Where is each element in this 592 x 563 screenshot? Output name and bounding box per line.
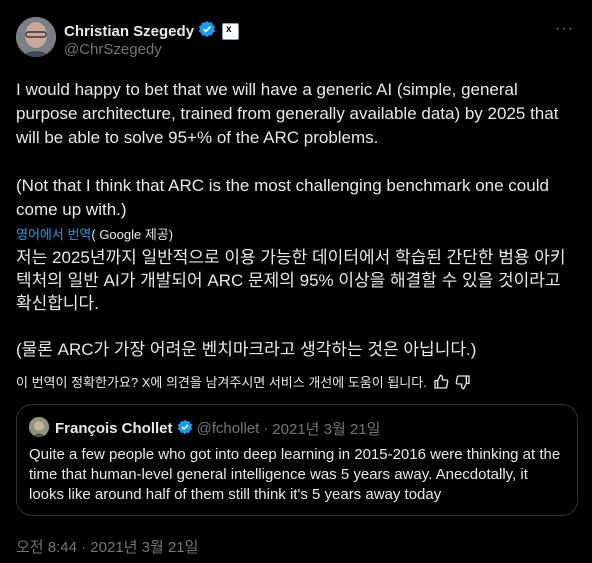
translate-link[interactable]: 영어에서 번역: [16, 227, 91, 242]
quoted-separator: ·: [263, 420, 269, 437]
translation-source: 영어에서 번역( Google 제공): [16, 224, 173, 243]
translation-provider: ( Google 제공): [91, 227, 174, 242]
more-options-icon[interactable]: ···: [555, 20, 574, 38]
translation-feedback: 이 번역이 정확한가요? X에 의견을 남겨주시면 서비스 개선에 도움이 됩니…: [16, 372, 471, 391]
quoted-author-name[interactable]: François Chollet: [55, 420, 173, 437]
quoted-author-handle[interactable]: @fchollet: [197, 420, 260, 437]
tweet-text: I would happy to bet that we will have a…: [16, 78, 576, 222]
tweet-paragraph-2: (Not that I think that ARC is the most c…: [16, 176, 549, 219]
quoted-verified-badge-icon: [177, 419, 193, 439]
translated-text: 저는 2025년까지 일반적으로 이용 가능한 데이터에서 학습된 간단한 범용…: [16, 246, 576, 361]
author-name[interactable]: Christian Szegedy: [64, 23, 194, 40]
verified-badge-icon: [198, 20, 216, 42]
thumbs-down-icon[interactable]: [455, 374, 471, 390]
quoted-author-avatar[interactable]: [29, 417, 49, 437]
author-handle[interactable]: @ChrSzegedy: [64, 41, 162, 58]
quoted-header: François Chollet @fchollet · 2021년 3월 21…: [55, 418, 380, 439]
tweet-paragraph-1: I would happy to bet that we will have a…: [16, 80, 559, 147]
translated-paragraph-1: 저는 2025년까지 일반적으로 이용 가능한 데이터에서 학습된 간단한 범용…: [16, 248, 566, 313]
affiliate-badge-icon[interactable]: x: [222, 22, 240, 40]
author-avatar[interactable]: [16, 17, 56, 57]
thumbs-up-icon[interactable]: [433, 374, 449, 390]
translation-feedback-text: 이 번역이 정확한가요? X에 의견을 남겨주시면 서비스 개선에 도움이 됩니…: [16, 375, 427, 390]
quoted-text: Quite a few people who got into deep lea…: [29, 446, 561, 503]
tweet-timestamp[interactable]: 오전 8:44 · 2021년 3월 21일: [16, 536, 198, 557]
author-name-row[interactable]: Christian Szegedy x: [64, 20, 240, 42]
translated-paragraph-2: (물론 ARC가 가장 어려운 벤치마크라고 생각하는 것은 아닙니다.): [16, 340, 477, 359]
quoted-tweet[interactable]: François Chollet @fchollet · 2021년 3월 21…: [16, 404, 578, 516]
quoted-date[interactable]: 2021년 3월 21일: [272, 418, 380, 439]
